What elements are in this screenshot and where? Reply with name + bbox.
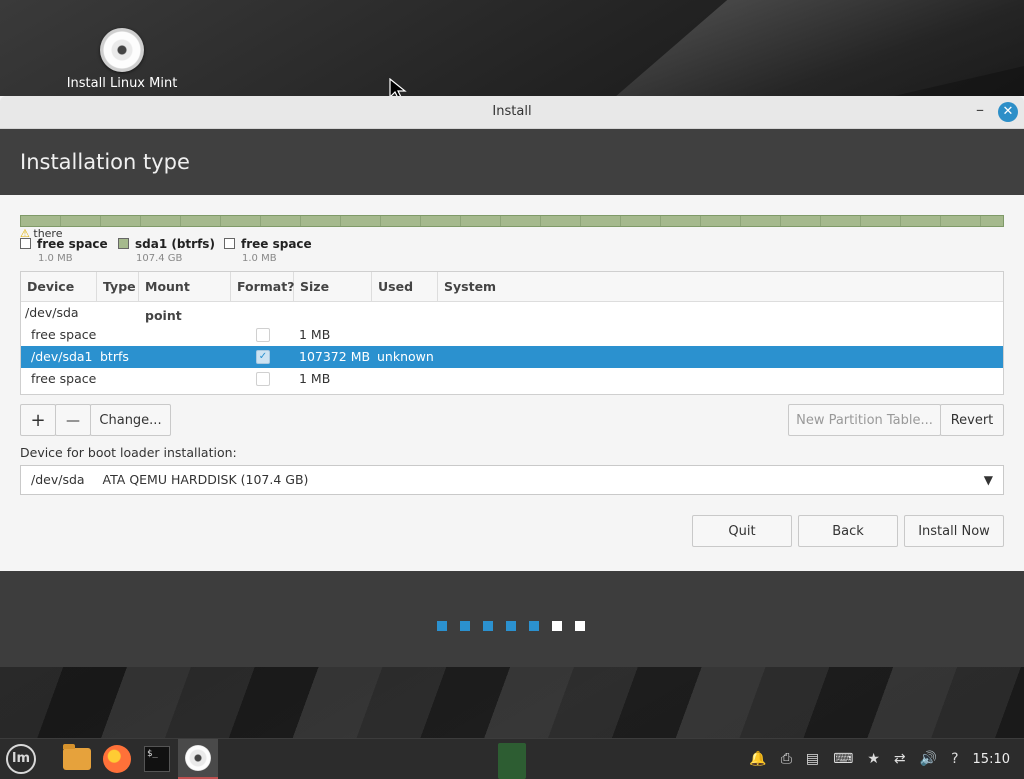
- bootloader-device: /dev/sda: [31, 472, 85, 487]
- format-checkbox[interactable]: [256, 372, 270, 386]
- taskbar-installer-active[interactable]: [178, 739, 218, 779]
- clock[interactable]: 15:10: [973, 752, 1010, 767]
- quit-button[interactable]: Quit: [692, 515, 792, 547]
- column-header-type[interactable]: Type: [97, 272, 139, 301]
- new-partition-table-button[interactable]: New Partition Table...: [788, 404, 941, 436]
- desktop-icon-label: Install Linux Mint: [66, 76, 178, 91]
- installer-window: Install – ✕ Installation type ⚠ there fr…: [0, 96, 1024, 667]
- cell-device: /dev/sda1: [31, 349, 93, 364]
- progress-footer: [0, 571, 1024, 667]
- legend-size: 107.4 GB: [136, 253, 183, 264]
- add-partition-button[interactable]: +: [20, 404, 56, 436]
- background-shape: [600, 0, 1024, 110]
- table-row-selected[interactable]: /dev/sda1 btrfs ✓ 107372 MB unknown: [21, 346, 1003, 368]
- progress-dot-completed: [529, 621, 539, 631]
- terminal-icon: $_: [144, 746, 170, 772]
- legend-swatch: [118, 238, 129, 249]
- progress-dot-completed: [506, 621, 516, 631]
- cell-device: free space: [31, 371, 97, 386]
- table-row[interactable]: /dev/sda: [21, 302, 1003, 324]
- help-icon[interactable]: ?: [951, 751, 958, 767]
- revert-button[interactable]: Revert: [940, 404, 1004, 436]
- star-icon[interactable]: ★: [867, 751, 880, 767]
- printer-icon[interactable]: ⎙: [781, 751, 792, 767]
- cell-size: 107372 MB: [299, 349, 371, 364]
- taskbar-firefox[interactable]: [100, 742, 134, 776]
- bootloader-device-description: ATA QEMU HARDDISK (107.4 GB): [102, 472, 309, 487]
- workspace-indicator[interactable]: [498, 743, 526, 779]
- bell-icon[interactable]: 🔔: [749, 751, 766, 767]
- disc-icon: [100, 28, 144, 72]
- remove-partition-button[interactable]: —: [55, 404, 91, 436]
- progress-dot-completed: [483, 621, 493, 631]
- progress-dot-pending: [575, 621, 585, 631]
- column-header-system[interactable]: System: [438, 272, 1003, 301]
- cell-device: /dev/sda: [25, 305, 79, 320]
- disc-icon: [185, 745, 211, 771]
- progress-dot-completed: [437, 621, 447, 631]
- minimize-button[interactable]: –: [976, 100, 984, 119]
- table-header: Device Type Mount point Format? Size Use…: [21, 272, 1003, 323]
- disk-usage-bar: [20, 215, 1004, 227]
- volume-icon[interactable]: 🔊: [920, 751, 937, 767]
- legend-name: free space: [37, 237, 108, 251]
- legend-item-free-space-2: free space 1.0 MB: [224, 237, 312, 264]
- background-shape: [0, 665, 1024, 740]
- progress-dots: [437, 616, 598, 635]
- menu-button[interactable]: lm: [4, 742, 38, 776]
- back-button[interactable]: Back: [798, 515, 898, 547]
- column-header-device[interactable]: Device: [21, 272, 97, 301]
- clipboard-icon[interactable]: ▤: [806, 751, 819, 767]
- cell-used: unknown: [377, 349, 434, 364]
- bootloader-device-select[interactable]: /dev/sda ATA QEMU HARDDISK (107.4 GB) ▼: [20, 465, 1004, 495]
- legend-item-free-space-1: free space 1.0 MB: [20, 237, 108, 264]
- progress-dot-completed: [460, 621, 470, 631]
- firefox-icon: [103, 745, 131, 773]
- legend-swatch: [20, 238, 31, 249]
- window-title: Install: [492, 104, 532, 119]
- dropdown-arrow-icon: ▼: [983, 473, 993, 487]
- cell-device: free space: [31, 327, 97, 342]
- cell-type: btrfs: [100, 349, 129, 364]
- installation-type-panel: ⚠ there free space 1.0 MB sda1 (btrfs) 1…: [0, 195, 1024, 571]
- linux-mint-logo-icon: lm: [6, 744, 36, 774]
- format-checkbox-checked[interactable]: ✓: [256, 350, 270, 364]
- table-row[interactable]: free space 1 MB: [21, 324, 1003, 346]
- change-partition-button[interactable]: Change...: [90, 404, 171, 436]
- legend-name: free space: [241, 237, 312, 251]
- legend-size: 1.0 MB: [38, 253, 73, 264]
- cell-size: 1 MB: [299, 327, 331, 342]
- taskbar-terminal[interactable]: $_: [140, 742, 174, 776]
- page-title: Installation type: [0, 129, 1024, 195]
- folder-icon: [63, 744, 91, 770]
- taskbar-files[interactable]: [60, 742, 94, 776]
- table-row[interactable]: free space 1 MB: [21, 368, 1003, 390]
- progress-dot-pending: [552, 621, 562, 631]
- desktop-icon-install-linux-mint[interactable]: Install Linux Mint: [66, 28, 178, 91]
- format-checkbox[interactable]: [256, 328, 270, 342]
- column-header-format[interactable]: Format?: [231, 272, 294, 301]
- keyboard-icon[interactable]: ⌨: [833, 751, 853, 767]
- bootloader-label: Device for boot loader installation:: [20, 445, 237, 460]
- cell-size: 1 MB: [299, 371, 331, 386]
- install-now-button[interactable]: Install Now: [904, 515, 1004, 547]
- legend-name: sda1 (btrfs): [135, 237, 215, 251]
- legend-size: 1.0 MB: [242, 253, 277, 264]
- taskbar: lm $_ 🔔 ⎙ ▤ ⌨ ★ ⇄ 🔊 ? 15:10: [0, 738, 1024, 779]
- partition-table[interactable]: Device Type Mount point Format? Size Use…: [20, 271, 1004, 395]
- legend-item-sda1: sda1 (btrfs) 107.4 GB: [118, 237, 215, 264]
- column-header-used[interactable]: Used: [372, 272, 438, 301]
- system-tray: 🔔 ⎙ ▤ ⌨ ★ ⇄ 🔊 ? 15:10: [749, 739, 1024, 779]
- window-titlebar[interactable]: Install – ✕: [0, 96, 1024, 129]
- close-button[interactable]: ✕: [998, 102, 1018, 122]
- column-header-size[interactable]: Size: [294, 272, 372, 301]
- legend-swatch: [224, 238, 235, 249]
- network-icon[interactable]: ⇄: [894, 751, 906, 767]
- column-header-mount-point[interactable]: Mount point: [139, 272, 231, 323]
